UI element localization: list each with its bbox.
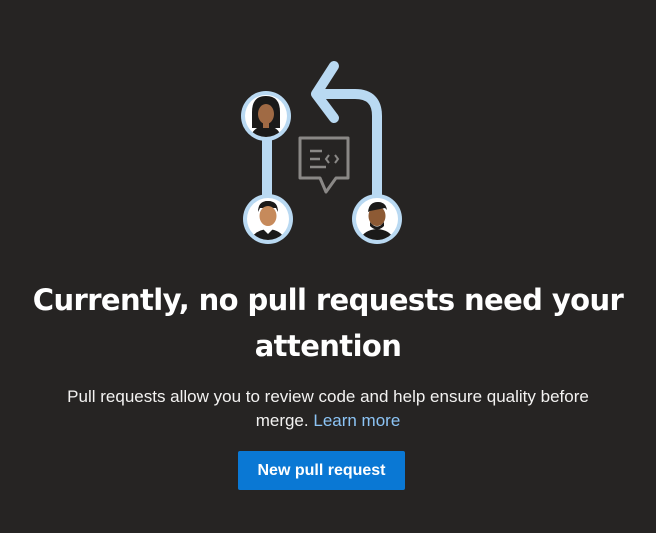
empty-state-description: Pull requests allow you to review code a… (40, 385, 616, 433)
new-pull-request-button[interactable]: New pull request (238, 451, 405, 490)
empty-state-heading: Currently, no pull requests need your at… (32, 283, 624, 363)
pull-request-illustration-icon (230, 56, 420, 252)
learn-more-link[interactable]: Learn more (313, 411, 400, 430)
